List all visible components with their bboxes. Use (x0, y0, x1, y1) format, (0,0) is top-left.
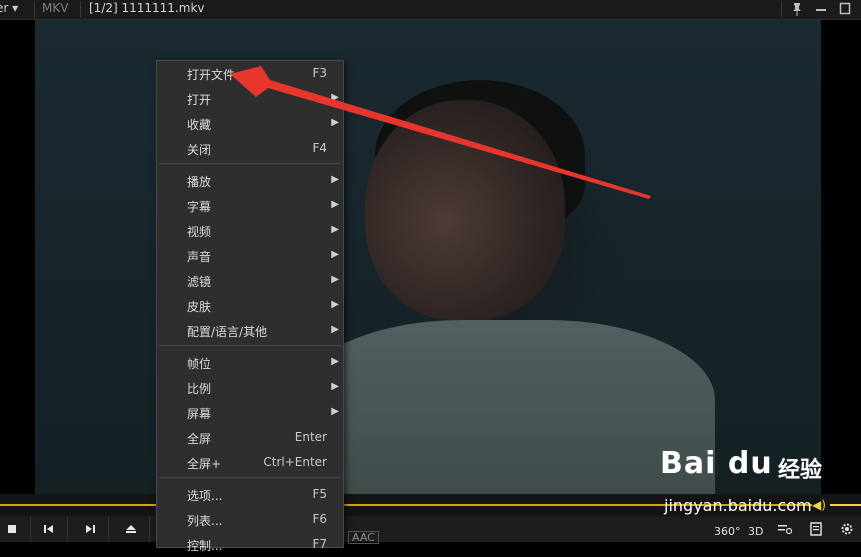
menu-item[interactable]: 声音 ▶ (157, 243, 343, 268)
submenu-arrow-icon: ▶ (331, 174, 339, 185)
menu-item-label: 控制... (187, 539, 223, 553)
submenu-arrow-icon: ▶ (331, 92, 339, 103)
menu-item-label: 打开文件 (187, 68, 236, 82)
menu-item-label: 屏幕 (187, 407, 212, 421)
stop-icon (8, 525, 16, 533)
menu-item-label: 皮肤 (187, 300, 212, 314)
menu-item[interactable]: 全屏 Enter (157, 425, 343, 450)
menu-item[interactable]: 字幕 ▶ (157, 193, 343, 218)
menu-item[interactable]: 关闭 F4 (157, 136, 343, 161)
audio-codec-badge: AAC (348, 531, 379, 544)
menu-item-label: 播放 (187, 175, 212, 189)
app-menu-button[interactable]: er ▾ (0, 1, 18, 15)
menu-item-label: 声音 (187, 250, 212, 264)
menu-item[interactable]: 帧位 ▶ (157, 350, 343, 375)
letterbox-right (821, 20, 861, 494)
menu-item-label: 关闭 (187, 143, 212, 157)
menu-item-shortcut: F4 (312, 141, 327, 155)
watermark-logo-cn: 经验 (778, 458, 823, 483)
letterbox-left (0, 20, 35, 494)
submenu-arrow-icon: ▶ (331, 199, 339, 210)
menu-item-label: 收藏 (187, 118, 212, 132)
pin-icon (793, 3, 801, 16)
context-menu: 打开文件 F3 打开 ▶ 收藏 ▶ 关闭 F4 播放 ▶ 字幕 ▶ 视频 ▶ 声音 ▶ 滤镜 ▶ 皮肤 ▶ 配置/语言/… (156, 60, 344, 553)
submenu-arrow-icon: ▶ (331, 406, 339, 417)
menu-item-label: 打开 (187, 93, 212, 107)
menu-item-label: 配置/语言/其他 (187, 325, 268, 339)
menu-item[interactable]: 选项... F5 (157, 482, 343, 507)
stop-button[interactable] (0, 516, 31, 542)
menu-item-label: 列表... (187, 514, 223, 528)
menu-item[interactable]: 比例 ▶ (157, 375, 343, 400)
submenu-arrow-icon: ▶ (331, 249, 339, 260)
video-figure-face (365, 100, 565, 320)
menu-item[interactable]: 屏幕 ▶ (157, 400, 343, 425)
submenu-arrow-icon: ▶ (331, 356, 339, 367)
submenu-arrow-icon: ▶ (331, 117, 339, 128)
maximize-button[interactable] (836, 0, 854, 18)
baidu-watermark: Bai du 经验 jingyan.baidu.com (660, 446, 860, 542)
menu-item[interactable]: 全屏+ Ctrl+Enter (157, 450, 343, 475)
pin-button[interactable] (788, 0, 806, 18)
menu-item-label: 帧位 (187, 357, 212, 371)
menu-item[interactable]: 收藏 ▶ (157, 111, 343, 136)
video-frame[interactable] (35, 20, 821, 494)
submenu-arrow-icon: ▶ (331, 324, 339, 335)
title-separator (781, 1, 782, 17)
menu-item-shortcut: F6 (312, 512, 327, 526)
menu-item[interactable]: 视频 ▶ (157, 218, 343, 243)
menu-item[interactable]: 打开文件 F3 (157, 61, 343, 86)
eject-button[interactable] (113, 516, 150, 542)
previous-button[interactable] (31, 516, 68, 542)
maximize-icon (839, 2, 851, 15)
menu-item-shortcut: F7 (312, 537, 327, 551)
minimize-icon (816, 9, 826, 11)
minimize-button[interactable] (812, 0, 830, 18)
menu-item[interactable]: 配置/语言/其他 ▶ (157, 318, 343, 343)
menu-item-label: 全屏 (187, 432, 212, 446)
menu-item-shortcut: F3 (312, 66, 327, 80)
submenu-arrow-icon: ▶ (331, 381, 339, 392)
eject-icon (126, 525, 136, 533)
file-title: [1/2] 1111111.mkv (89, 1, 205, 15)
menu-separator (159, 345, 341, 346)
menu-item-label: 字幕 (187, 200, 212, 214)
menu-item-label: 选项... (187, 489, 223, 503)
submenu-arrow-icon: ▶ (331, 274, 339, 285)
format-label: MKV (42, 1, 69, 15)
menu-item[interactable]: 列表... F6 (157, 507, 343, 532)
watermark-logo: Bai du (660, 446, 773, 481)
next-icon (86, 525, 95, 533)
title-bar: er ▾ MKV [1/2] 1111111.mkv (0, 0, 861, 20)
menu-separator (159, 163, 341, 164)
menu-item[interactable]: 打开 ▶ (157, 86, 343, 111)
menu-item[interactable]: 滤镜 ▶ (157, 268, 343, 293)
menu-item-label: 滤镜 (187, 275, 212, 289)
next-button[interactable] (72, 516, 109, 542)
menu-item[interactable]: 播放 ▶ (157, 168, 343, 193)
submenu-arrow-icon: ▶ (331, 224, 339, 235)
menu-item-shortcut: F5 (312, 487, 327, 501)
menu-item-label: 视频 (187, 225, 212, 239)
previous-icon (44, 525, 53, 533)
submenu-arrow-icon: ▶ (331, 299, 339, 310)
video-figure-coat (295, 320, 715, 494)
title-separator (34, 1, 35, 17)
menu-item[interactable]: 控制... F7 (157, 532, 343, 557)
watermark-url: jingyan.baidu.com (664, 496, 812, 515)
menu-item[interactable]: 皮肤 ▶ (157, 293, 343, 318)
menu-item-label: 比例 (187, 382, 212, 396)
title-separator (80, 1, 81, 17)
menu-separator (159, 477, 341, 478)
menu-item-shortcut: Enter (294, 430, 327, 444)
menu-item-shortcut: Ctrl+Enter (263, 455, 327, 469)
menu-item-label: 全屏+ (187, 457, 222, 471)
app-name: er (0, 1, 9, 15)
